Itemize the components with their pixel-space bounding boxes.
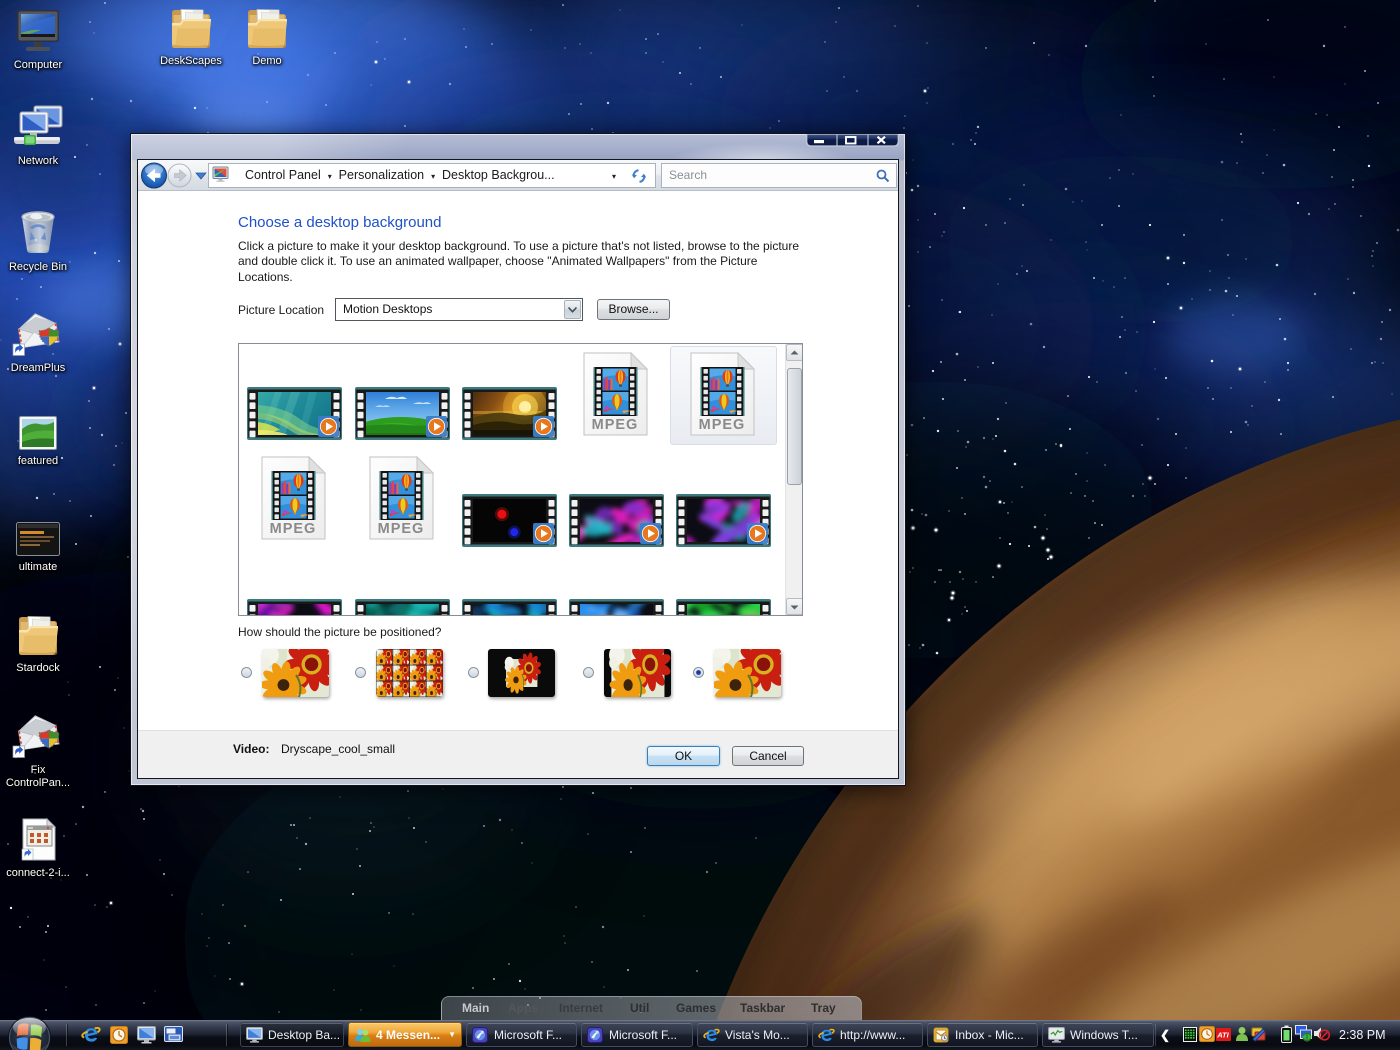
svg-text:MPEG: MPEG xyxy=(378,521,425,537)
svg-text:ATI: ATI xyxy=(1216,1031,1229,1040)
svg-text:MPEG: MPEG xyxy=(270,521,317,537)
svg-text:MPEG: MPEG xyxy=(699,417,746,433)
svg-text:MPEG: MPEG xyxy=(592,417,639,433)
